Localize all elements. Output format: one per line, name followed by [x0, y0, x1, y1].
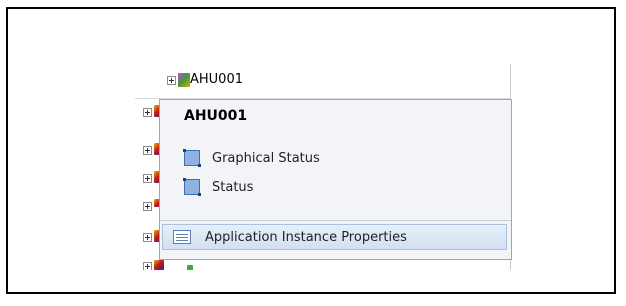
tree-node-label[interactable]: AHU001 [190, 72, 243, 87]
expand-icon[interactable] [143, 262, 152, 270]
menu-item-application-instance-properties[interactable]: Application Instance Properties [162, 224, 507, 250]
application-icon [178, 73, 190, 87]
expand-icon[interactable] [143, 202, 152, 211]
menu-item-graphical-status[interactable]: Graphical Status [183, 147, 320, 169]
expand-icon[interactable] [143, 174, 152, 183]
status-square-icon [183, 178, 201, 196]
device-icon [154, 260, 164, 270]
screenshot-frame: AHU001 AHU001 Graphical Status Status Ap… [6, 7, 616, 294]
popup-title: AHU001 [184, 108, 248, 124]
expand-icon[interactable] [143, 233, 152, 242]
context-popup: AHU001 Graphical Status Status Applicati… [159, 99, 512, 260]
tree-view: AHU001 AHU001 Graphical Status Status Ap… [135, 64, 513, 270]
list-icon [173, 230, 191, 244]
menu-item-label: Application Instance Properties [205, 229, 407, 245]
menu-item-label: Status [212, 179, 254, 195]
expand-icon[interactable] [143, 108, 152, 117]
status-indicator-icon [187, 265, 193, 270]
expand-icon[interactable] [167, 76, 176, 85]
popup-separator [160, 220, 511, 221]
menu-item-status[interactable]: Status [183, 176, 254, 198]
status-square-icon [183, 149, 201, 167]
menu-item-label: Graphical Status [212, 150, 320, 166]
expand-icon[interactable] [143, 146, 152, 155]
